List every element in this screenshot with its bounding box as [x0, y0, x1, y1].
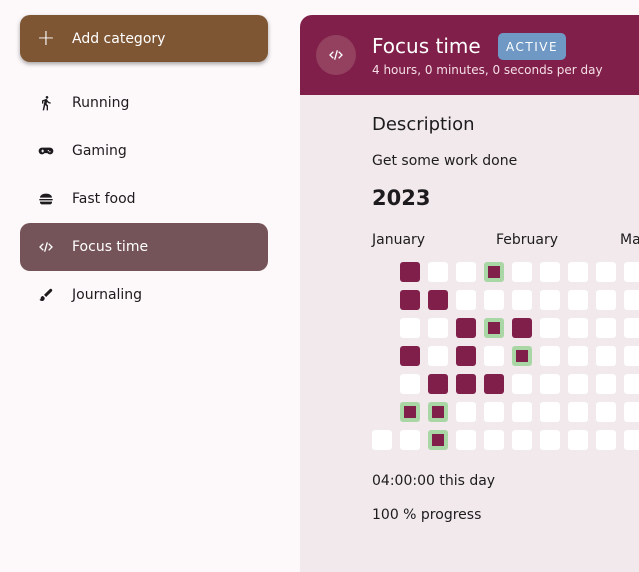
heatmap-day-cell[interactable] [624, 262, 639, 282]
heatmap-day-cell[interactable] [596, 430, 616, 450]
sidebar-item-label: Journaling [72, 287, 143, 303]
pen-icon [20, 287, 72, 303]
running-icon [20, 95, 72, 111]
heatmap-day-cell[interactable] [512, 318, 532, 338]
heatmap-day-cell[interactable] [540, 402, 560, 422]
gamepad-icon [20, 143, 72, 159]
heatmap-day-cell[interactable] [456, 374, 476, 394]
heatmap-day-cell[interactable] [624, 346, 639, 366]
month-label: January [372, 232, 426, 248]
time-today: 04:00:00 this day [372, 473, 496, 489]
heatmap-day-cell[interactable] [624, 290, 639, 310]
heatmap-day-cell[interactable] [456, 290, 476, 310]
heatmap-day-cell[interactable] [400, 290, 420, 310]
heatmap-day-cell[interactable] [596, 346, 616, 366]
description-heading: Description [372, 114, 475, 135]
heatmap-day-cell[interactable] [624, 402, 639, 422]
heatmap-day-cell[interactable] [372, 430, 392, 450]
heatmap-day-cell[interactable] [428, 430, 448, 450]
heatmap-day-cell[interactable] [484, 290, 504, 310]
month-label: Ma [620, 232, 639, 248]
heatmap-day-cell[interactable] [568, 290, 588, 310]
heatmap-day-cell[interactable] [512, 430, 532, 450]
sidebar-item-fast-food[interactable]: Fast food [20, 175, 268, 223]
heatmap-day-cell[interactable] [484, 346, 504, 366]
sidebar-item-label: Running [72, 95, 130, 111]
description-text: Get some work done [372, 153, 518, 169]
heatmap-day-cell[interactable] [428, 262, 448, 282]
heatmap-day-cell[interactable] [568, 318, 588, 338]
heatmap-day-cell[interactable] [400, 430, 420, 450]
heatmap-day-cell[interactable] [400, 402, 420, 422]
heatmap-day-cell[interactable] [512, 290, 532, 310]
heatmap-day-cell[interactable] [428, 402, 448, 422]
heatmap-day-cell[interactable] [512, 402, 532, 422]
heatmap-day-cell[interactable] [596, 262, 616, 282]
heatmap-day-cell[interactable] [484, 374, 504, 394]
heatmap-day-cell[interactable] [428, 290, 448, 310]
heatmap-day-cell[interactable] [624, 318, 639, 338]
heatmap-day-cell[interactable] [456, 262, 476, 282]
heatmap-day-cell[interactable] [540, 430, 560, 450]
heatmap-day-cell[interactable] [484, 402, 504, 422]
plus-icon: + [36, 25, 56, 51]
heatmap-day-cell[interactable] [540, 262, 560, 282]
heatmap-day-cell[interactable] [596, 402, 616, 422]
heatmap-day-cell[interactable] [540, 318, 560, 338]
sidebar-item-focus-time[interactable]: Focus time [20, 223, 268, 271]
heatmap-day-cell[interactable] [428, 374, 448, 394]
heatmap-day-cell[interactable] [624, 430, 639, 450]
heatmap-day-cell[interactable] [484, 430, 504, 450]
add-category-button[interactable]: + Add category [20, 15, 268, 62]
heatmap-day-cell[interactable] [456, 402, 476, 422]
heatmap-day-cell[interactable] [568, 402, 588, 422]
burger-icon [20, 191, 72, 207]
heatmap-day-cell[interactable] [624, 374, 639, 394]
sidebar-item-label: Fast food [72, 191, 136, 207]
sidebar-item-label: Focus time [72, 239, 149, 255]
heatmap-day-cell[interactable] [596, 374, 616, 394]
heatmap-day-cell[interactable] [456, 430, 476, 450]
heatmap-day-cell[interactable] [400, 346, 420, 366]
heatmap-day-cell[interactable] [512, 374, 532, 394]
heatmap-day-cell[interactable] [512, 346, 532, 366]
category-header: Focus time ACTIVE 4 hours, 0 minutes, 0 … [300, 15, 639, 95]
sidebar-item-gaming[interactable]: Gaming [20, 127, 268, 175]
sidebar-item-running[interactable]: Running [20, 79, 268, 127]
heatmap-day-cell[interactable] [568, 262, 588, 282]
category-detail-panel: Focus time ACTIVE 4 hours, 0 minutes, 0 … [300, 15, 639, 572]
heatmap-day-cell[interactable] [484, 318, 504, 338]
heatmap-day-cell[interactable] [484, 262, 504, 282]
progress-text: 100 % progress [372, 507, 482, 523]
heatmap-day-cell[interactable] [512, 262, 532, 282]
sidebar-item-label: Gaming [72, 143, 127, 159]
heatmap-day-cell[interactable] [568, 430, 588, 450]
status-badge: ACTIVE [498, 33, 567, 60]
sidebar-item-journaling[interactable]: Journaling [20, 271, 268, 319]
heatmap-day-cell[interactable] [540, 374, 560, 394]
heatmap-day-cell[interactable] [568, 374, 588, 394]
code-icon [316, 35, 356, 75]
heatmap-day-cell[interactable] [400, 374, 420, 394]
year-heading: 2023 [372, 186, 431, 210]
category-title: Focus time [372, 34, 481, 58]
heatmap-day-cell[interactable] [540, 290, 560, 310]
heatmap-day-cell[interactable] [568, 346, 588, 366]
heatmap-day-cell[interactable] [540, 346, 560, 366]
code-icon [20, 239, 72, 255]
month-label: February [496, 232, 559, 248]
heatmap-day-cell[interactable] [596, 290, 616, 310]
heatmap-day-cell[interactable] [400, 262, 420, 282]
heatmap-day-cell[interactable] [400, 318, 420, 338]
heatmap-day-cell[interactable] [456, 346, 476, 366]
category-goal: 4 hours, 0 minutes, 0 seconds per day [372, 63, 603, 77]
heatmap-day-cell[interactable] [596, 318, 616, 338]
heatmap-day-cell[interactable] [428, 318, 448, 338]
heatmap-day-cell[interactable] [428, 346, 448, 366]
heatmap-day-cell[interactable] [456, 318, 476, 338]
add-category-label: Add category [72, 30, 166, 47]
